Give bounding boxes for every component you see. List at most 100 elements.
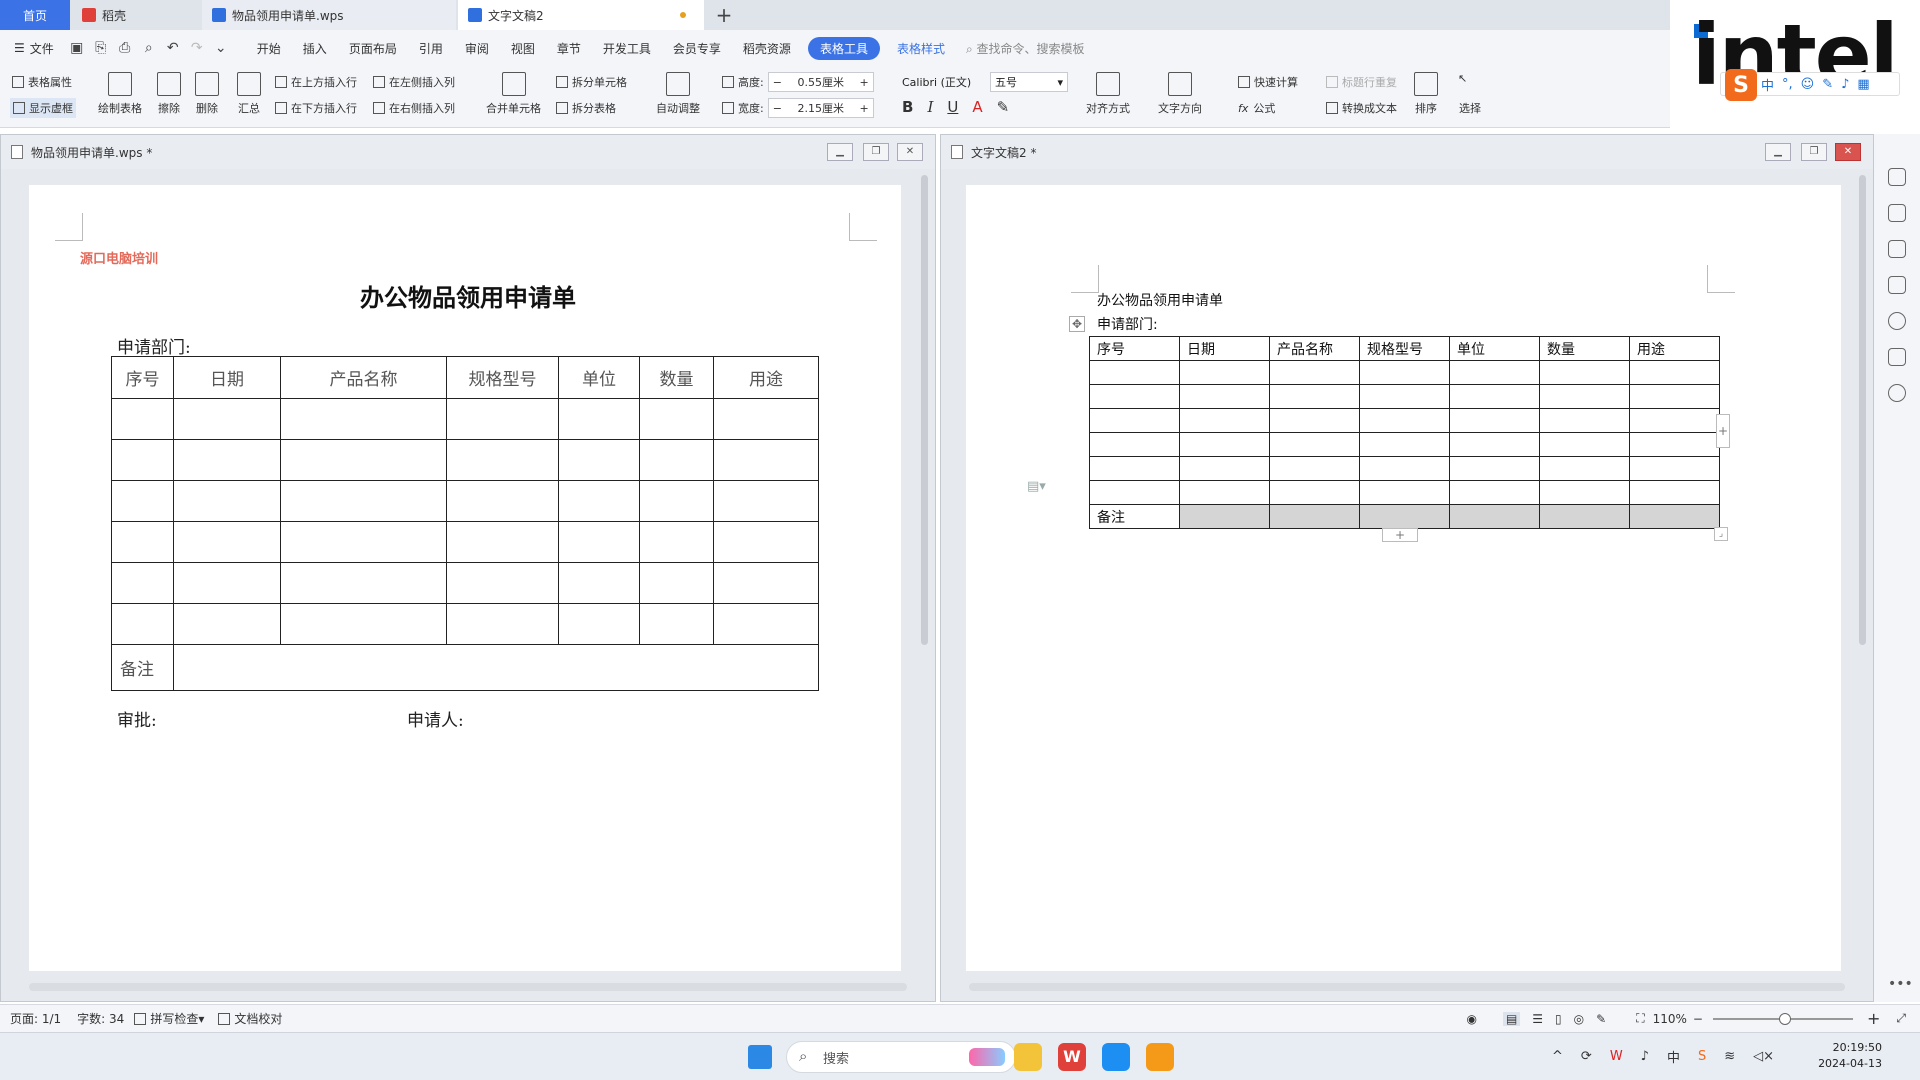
table-cell[interactable] — [1539, 384, 1630, 409]
vertical-scrollbar[interactable] — [1857, 175, 1867, 973]
horizontal-scrollbar[interactable] — [29, 983, 907, 991]
help-icon[interactable] — [1888, 312, 1906, 330]
insert-left-button[interactable]: 在左侧插入列 — [373, 74, 455, 90]
grid-menu-icon[interactable]: ▦ — [1857, 77, 1869, 92]
table-cell[interactable] — [446, 480, 559, 522]
table-cell[interactable] — [1179, 408, 1270, 433]
table-cell[interactable] — [446, 398, 559, 440]
table-props-button[interactable]: 表格属性 — [12, 74, 72, 90]
table-cell[interactable] — [1359, 408, 1450, 433]
header-cell[interactable]: 数量 — [639, 356, 714, 399]
spell-check-button[interactable]: 拼写检查 ▾ — [134, 1010, 204, 1027]
pen-mode-icon[interactable]: ✎ — [1596, 1012, 1606, 1026]
delete-button[interactable]: 删除 — [195, 72, 219, 116]
split-cells-button[interactable]: 拆分单元格 — [556, 74, 627, 90]
horizontal-scrollbar[interactable] — [969, 983, 1845, 991]
selected-cell[interactable] — [1179, 504, 1270, 529]
table-cell[interactable] — [280, 398, 447, 440]
add-column-button[interactable]: + — [1716, 414, 1730, 448]
header-cell[interactable]: 单位 — [1449, 336, 1540, 361]
table-cell[interactable] — [713, 398, 819, 440]
convert-text-button[interactable]: 转换成文本 — [1326, 100, 1397, 116]
menu-table-tools[interactable]: 表格工具 — [807, 36, 880, 60]
file-explorer-icon[interactable] — [1014, 1043, 1042, 1071]
new-tab-button[interactable]: + — [712, 3, 736, 27]
table-cell[interactable] — [173, 439, 281, 481]
table-cell[interactable] — [1269, 456, 1360, 481]
request-table[interactable]: 序号 日期 产品名称 规格型号 单位 数量 用途 备注 — [111, 356, 819, 691]
table-cell[interactable] — [446, 603, 559, 645]
table-cell[interactable] — [1539, 360, 1630, 385]
mic-icon[interactable]: ♪ — [1841, 77, 1849, 92]
zoom-slider[interactable] — [1712, 1012, 1853, 1025]
selected-cell[interactable] — [1269, 504, 1360, 529]
table-cell[interactable] — [1359, 384, 1450, 409]
table-cell[interactable] — [1269, 408, 1360, 433]
table-move-handle-icon[interactable]: ✥ — [1069, 316, 1085, 332]
save-icon[interactable]: ▣ — [68, 39, 86, 57]
table-cell[interactable] — [639, 603, 714, 645]
table-cell[interactable] — [1449, 432, 1540, 457]
selected-cell[interactable] — [1449, 504, 1540, 529]
menu-dev-tools[interactable]: 开发工具 — [592, 40, 662, 57]
tab-home[interactable]: 首页 — [0, 0, 70, 30]
menu-member[interactable]: 会员专享 — [662, 40, 732, 57]
table-cell[interactable] — [1089, 384, 1180, 409]
table-cell[interactable] — [1359, 360, 1450, 385]
table-cell[interactable] — [173, 398, 281, 440]
location-icon[interactable] — [1888, 384, 1906, 402]
minus-icon[interactable]: − — [773, 76, 782, 89]
app-orange-icon[interactable] — [1146, 1043, 1174, 1071]
cursor-icon[interactable] — [1888, 240, 1906, 258]
table-cell[interactable] — [639, 521, 714, 563]
tab-document-2[interactable]: 文字文稿2 — [458, 0, 704, 30]
bold-icon[interactable]: B — [902, 98, 913, 116]
table-cell[interactable] — [1629, 408, 1720, 433]
header-cell[interactable]: 产品名称 — [1269, 336, 1360, 361]
settings-slider-icon[interactable] — [1888, 276, 1906, 294]
menu-table-style[interactable]: 表格样式 — [886, 40, 956, 57]
table-cell[interactable] — [1089, 456, 1180, 481]
minimize-button[interactable]: ▁ — [1765, 143, 1791, 161]
table-cell[interactable] — [558, 398, 640, 440]
col-width-input[interactable]: − 2.15厘米 + — [767, 98, 874, 118]
scroll-thumb[interactable] — [921, 175, 928, 645]
table-cell[interactable] — [1269, 480, 1360, 505]
header-cell[interactable]: 日期 — [173, 356, 281, 399]
auto-fit-button[interactable]: 自动调整 — [656, 72, 700, 116]
table-cell[interactable] — [639, 398, 714, 440]
command-search[interactable]: ⌕ 查找命令、搜索模板 — [966, 40, 1085, 57]
table-cell[interactable] — [1269, 360, 1360, 385]
text-direction-button[interactable]: 文字方向 — [1158, 72, 1202, 116]
table-cell[interactable] — [1449, 480, 1540, 505]
table-cell[interactable] — [1089, 480, 1180, 505]
menu-review[interactable]: 审阅 — [454, 40, 500, 57]
undo-icon[interactable]: ↶ — [164, 39, 182, 57]
erase-button[interactable]: 擦除 — [157, 72, 181, 116]
show-grid-button[interactable]: 显示虚框 — [10, 98, 76, 118]
table-cell[interactable] — [713, 439, 819, 481]
windows-start-icon[interactable] — [748, 1045, 772, 1069]
table-cell[interactable] — [1179, 456, 1270, 481]
clock[interactable]: 20:19:50 2024-04-13 — [1818, 1040, 1882, 1072]
zoom-slider-thumb[interactable] — [1778, 1012, 1791, 1025]
tray-expand-icon[interactable]: ^ — [1552, 1049, 1563, 1064]
plus-icon[interactable]: + — [860, 102, 869, 115]
header-cell[interactable]: 单位 — [558, 356, 640, 399]
table-cell[interactable] — [173, 480, 281, 522]
table-cell[interactable] — [1269, 432, 1360, 457]
header-cell[interactable]: 用途 — [1629, 336, 1720, 361]
table-cell[interactable] — [1629, 360, 1720, 385]
edit-icon[interactable] — [1888, 204, 1906, 222]
reading-view-icon[interactable]: ▯ — [1555, 1012, 1562, 1026]
emoji-icon[interactable]: ☺ — [1801, 77, 1815, 92]
menu-section[interactable]: 章节 — [546, 40, 592, 57]
table-cell[interactable] — [558, 439, 640, 481]
table-cell[interactable] — [111, 480, 174, 522]
table-cell[interactable] — [713, 603, 819, 645]
minimize-button[interactable]: ▁ — [827, 143, 853, 161]
table-cell[interactable] — [446, 439, 559, 481]
outline-view-icon[interactable]: ☰ — [1532, 1012, 1543, 1026]
header-cell[interactable]: 用途 — [713, 356, 819, 399]
table-cell[interactable] — [558, 480, 640, 522]
